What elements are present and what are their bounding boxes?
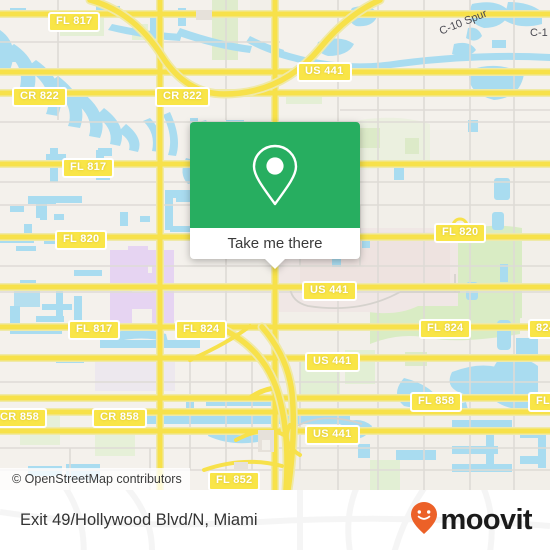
map-viewport[interactable]: FL 817 US 441 CR 822 CR 822 FL 817 FL 82…: [0, 0, 550, 490]
road-shield-label: US 441: [305, 352, 360, 372]
road-shield-label: FL 817: [68, 320, 121, 340]
moovit-pin-icon: [410, 501, 438, 540]
road-shield-label: FL 817: [62, 158, 115, 178]
moovit-map-screen: FL 817 US 441 CR 822 CR 822 FL 817 FL 82…: [0, 0, 550, 550]
road-shield-label: CR 858: [92, 408, 148, 428]
road-shield-label: FL 817: [48, 12, 101, 32]
road-shield-label: FL 858: [410, 392, 463, 412]
road-shield-label: FL 852: [208, 471, 261, 490]
map-pin-icon: [248, 141, 302, 209]
road-shield-label: FL 824: [419, 319, 472, 339]
popup-action-bar[interactable]: Take me there: [190, 228, 360, 269]
road-shield-label: 824: [528, 319, 550, 339]
road-shield-label: US 441: [302, 281, 357, 301]
moovit-wordmark: moovit: [440, 504, 533, 536]
map-attribution[interactable]: © OpenStreetMap contributors: [0, 468, 190, 490]
location-popup-card[interactable]: Take me there: [190, 122, 360, 269]
road-shield-label: FL 824: [175, 320, 228, 340]
road-shield-label: US 441: [297, 62, 352, 82]
road-shield-label: CR 858: [0, 408, 48, 428]
waterway-label: C-1: [530, 27, 548, 39]
popup-pointer-tail: [264, 258, 286, 269]
road-shield-label: FL 820: [434, 223, 487, 243]
road-shield-label: CR 822: [155, 87, 211, 107]
road-shield-label: CR 822: [12, 87, 68, 107]
footer-bar: Exit 49/Hollywood Blvd/N, Miami moovit: [0, 490, 550, 550]
road-shield-label: FL 820: [55, 230, 108, 250]
road-shield-label: US 441: [305, 425, 360, 445]
popup-image-area: [190, 122, 360, 228]
take-me-there-button[interactable]: Take me there: [227, 235, 322, 252]
road-shield-label: FL 8: [528, 392, 550, 412]
moovit-logo[interactable]: moovit: [410, 501, 533, 540]
page-title: Exit 49/Hollywood Blvd/N, Miami: [20, 511, 258, 529]
